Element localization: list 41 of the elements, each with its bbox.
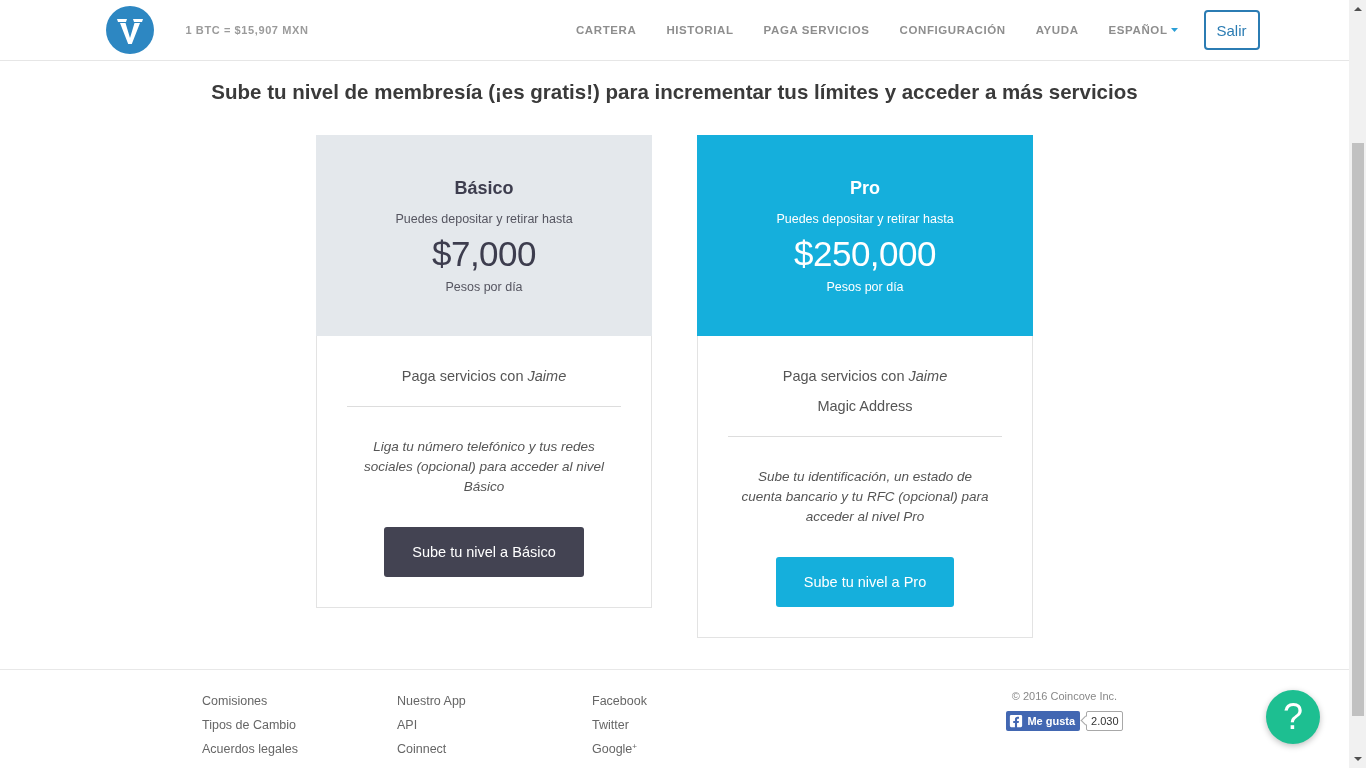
feature-text: Paga servicios con Jaime	[782, 367, 948, 386]
feature-text: Magic Address	[817, 397, 913, 416]
plan-title: Básico	[454, 177, 514, 199]
limit-amount: $7,000	[431, 234, 537, 274]
like-count: 2.030	[1081, 711, 1123, 731]
footer-link[interactable]: Google$^{+}$	[592, 737, 638, 761]
up-arrow-icon[interactable]	[1353, 7, 1362, 11]
scrollbar-thumb[interactable]	[1351, 143, 1364, 716]
plan-title: Pro	[850, 177, 880, 199]
like-button[interactable]: Me gusta	[1006, 711, 1081, 731]
footer-link[interactable]: Twitter	[592, 713, 629, 737]
footer-link[interactable]: Facebook	[592, 689, 647, 713]
footer-link[interactable]: Tipos de Cambio	[202, 713, 297, 737]
requirement-text: Liga tu número telefónico y tus redes sociales (opcional) para acceder al nivel Básico	[362, 438, 606, 496]
down-arrow-icon[interactable]	[1353, 757, 1362, 761]
copyright-text: © 2016 Coincove Inc.	[1011, 689, 1118, 703]
page-heading: Sube tu nivel de membresía (¡es gratis!) para incrementar tus límites y acceder a más servicios	[211, 79, 1138, 105]
period-label: Pesos por día	[445, 279, 523, 296]
feature-text: Paga servicios con Jaime	[401, 367, 567, 386]
logo-icon[interactable]	[105, 6, 154, 54]
nav-link[interactable]: CONFIGURACIÓN	[899, 24, 1006, 36]
period-label: Pesos por día	[826, 279, 904, 296]
nav-link[interactable]: HISTORIAL	[666, 24, 734, 36]
upgrade-button[interactable]: Sube tu nivel a Básico	[384, 527, 584, 577]
nav-link[interactable]: PAGA SERVICIOS	[763, 24, 870, 36]
f-logo-icon	[1009, 714, 1024, 728]
limit-label: Puedes depositar y retirar hasta	[776, 211, 954, 228]
logout-button[interactable]: Salir	[1203, 10, 1260, 50]
footer-link[interactable]: Coinnect	[397, 737, 447, 761]
footer-link[interactable]: Comisiones	[202, 689, 268, 713]
nav-link[interactable]: CARTERA	[575, 24, 637, 36]
footer-link[interactable]: API	[397, 713, 418, 737]
limit-label: Puedes depositar y retirar hasta	[395, 211, 573, 228]
exchange-rate: 1 BTC = $15,907 MXN	[185, 24, 309, 36]
requirement-text: Sube tu identificación, un estado de cuenta bancario y tu RFC (opcional) para acceder al nivel Pro	[740, 468, 990, 526]
footer-link[interactable]: Nuestro App	[397, 689, 466, 713]
limit-amount: $250,000	[794, 234, 936, 274]
footer-link[interactable]: Acuerdos legales	[202, 737, 298, 761]
caret-icon	[1170, 28, 1178, 32]
language-dropdown[interactable]: ESPAÑOL	[1108, 24, 1178, 36]
nav-link[interactable]: AYUDA	[1035, 24, 1079, 36]
